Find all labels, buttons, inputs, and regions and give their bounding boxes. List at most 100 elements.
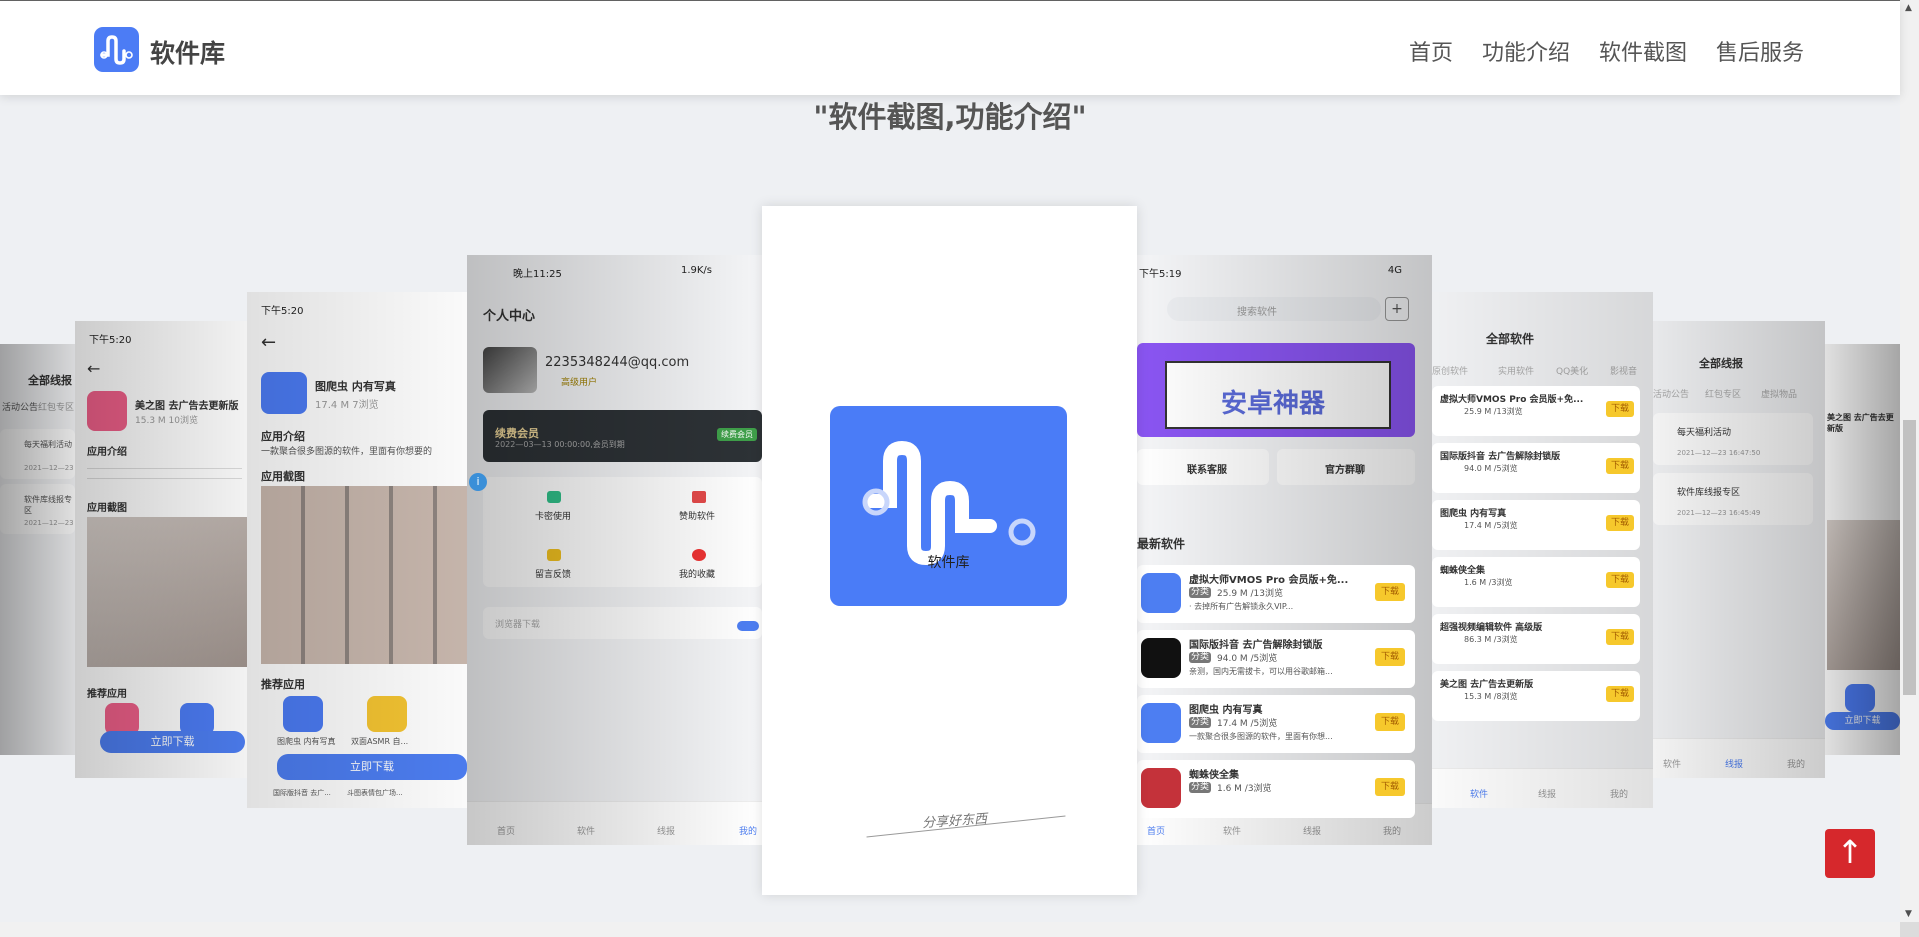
- app-meta: 1.6 M /3浏览: [1217, 784, 1272, 794]
- app-name: 图爬虫 内有写真: [315, 380, 396, 393]
- recommend-item: 图爬虫 内有写真: [277, 737, 336, 746]
- tab-news[interactable]: 线报: [1725, 757, 1743, 770]
- tab-software[interactable]: 软件: [1470, 787, 1488, 800]
- grid-item[interactable]: 留言反馈: [535, 567, 571, 580]
- status-time: 下午5:19: [1139, 269, 1182, 280]
- category-tab[interactable]: 实用软件: [1498, 364, 1534, 377]
- brand-name[interactable]: 软件库: [150, 34, 225, 70]
- download-button[interactable]: 立即下载: [277, 754, 467, 780]
- tab-news[interactable]: 线报: [657, 824, 675, 837]
- recommend-title: 推荐应用: [261, 678, 305, 691]
- tab-software[interactable]: 软件: [577, 824, 595, 837]
- download-button[interactable]: 下载: [1375, 648, 1405, 666]
- app-icon: [1845, 684, 1875, 712]
- page-title: 全部线报: [1699, 357, 1743, 370]
- nav-support[interactable]: 售后服务: [1716, 35, 1804, 67]
- app-icon: [87, 391, 127, 431]
- toggle-switch[interactable]: [737, 621, 759, 631]
- news-tab[interactable]: 红包专区: [1705, 387, 1741, 400]
- scroll-up-arrow-icon[interactable]: ▲: [1905, 3, 1912, 13]
- app-name: 软件库: [927, 555, 970, 571]
- download-button[interactable]: 立即下载: [1825, 712, 1900, 730]
- renew-button[interactable]: 续费会员: [717, 428, 757, 441]
- app-meta: 17.4 M 7浏览: [315, 400, 379, 411]
- tab-software[interactable]: 软件: [1663, 757, 1681, 770]
- screenshot-card-detail[interactable]: 下午5:20 ← 图爬虫 内有写真 17.4 M 7浏览 应用介绍 一款聚合很多…: [247, 292, 467, 808]
- screenshot-card-splash[interactable]: 软件库 分享好东西: [762, 206, 1137, 895]
- screenshot-card-home[interactable]: 下午5:19 4G 搜索软件 + 安卓神器 联系客服 官方群聊 最新软件 首页 …: [1137, 255, 1432, 845]
- screenshot-card-news[interactable]: 全部线报 活动公告 红包专区 虚拟物品 每天福利活动 2021—12—23 16…: [1653, 321, 1825, 778]
- status-time: 下午5:20: [261, 306, 304, 317]
- news-tab[interactable]: 虚拟物品: [1761, 387, 1797, 400]
- scroll-down-arrow-icon[interactable]: ▼: [1905, 909, 1912, 919]
- intro-title: 应用介绍: [261, 430, 305, 443]
- tab-home[interactable]: 首页: [497, 824, 515, 837]
- screenshot-card-profile[interactable]: 晚上11:25 1.9K/s 个人中心 2235348244@qq.com 高级…: [467, 255, 762, 845]
- grid-item[interactable]: 卡密使用: [535, 509, 571, 522]
- logo-icon[interactable]: [94, 27, 139, 72]
- screenshot-card-far-left[interactable]: 全部线报 活动公告 红包专区 每天福利活动 2021—12—23 软件库线报专区…: [0, 344, 75, 755]
- card-icon: [547, 491, 561, 503]
- tab-home[interactable]: 首页: [1147, 824, 1165, 837]
- tab-mine[interactable]: 我的: [1610, 787, 1628, 800]
- app-meta: 17.4 M /5浏览: [1464, 521, 1518, 530]
- screenshot-card-detail-2[interactable]: 下午5:20 ← 美之图 去广告去更新版 15.3 M 10浏览 应用介绍 应用…: [75, 321, 247, 778]
- news-title: 全部线报: [28, 374, 72, 387]
- contact-button[interactable]: 联系客服: [1187, 461, 1227, 476]
- app-icon: [261, 372, 307, 414]
- status-net: 1.9K/s: [680, 265, 712, 276]
- app-name: 蜘蛛侠全集: [1189, 770, 1239, 781]
- info-icon[interactable]: i: [469, 473, 487, 491]
- group-button[interactable]: 官方群聊: [1325, 461, 1365, 476]
- download-button[interactable]: 下载: [1606, 458, 1634, 474]
- setting-item[interactable]: 浏览器下载: [495, 617, 540, 630]
- nav-features[interactable]: 功能介绍: [1482, 35, 1570, 67]
- app-icon: [367, 696, 407, 732]
- category-tab[interactable]: QQ美化: [1556, 364, 1588, 377]
- list-item: 每天福利活动: [24, 440, 72, 449]
- news-tab[interactable]: 活动公告: [1653, 387, 1689, 400]
- page-title: 全部软件: [1486, 332, 1535, 346]
- download-button[interactable]: 下载: [1606, 686, 1634, 702]
- screenshot-card-far-right[interactable]: 美之图 去广告去更新版 立即下载: [1825, 344, 1900, 755]
- back-arrow-icon: ←: [87, 359, 101, 378]
- nav-screenshots[interactable]: 软件截图: [1599, 35, 1687, 67]
- category-tab[interactable]: 原创软件: [1432, 364, 1468, 377]
- news-item[interactable]: 软件库线报专区: [1677, 485, 1740, 498]
- app-name: 美之图 去广告去更新版: [1440, 680, 1534, 690]
- vertical-scrollbar-thumb[interactable]: [1903, 420, 1916, 695]
- screenshot-gallery: [1827, 520, 1900, 670]
- back-to-top-button[interactable]: ↑: [1825, 829, 1875, 878]
- news-item[interactable]: 每天福利活动: [1677, 425, 1731, 438]
- tab-mine[interactable]: 我的: [739, 824, 757, 837]
- horizontal-scrollbar[interactable]: [0, 922, 1900, 937]
- download-button[interactable]: 下载: [1606, 401, 1634, 417]
- nav-home[interactable]: 首页: [1409, 35, 1453, 67]
- download-button[interactable]: 下载: [1375, 583, 1405, 601]
- download-button[interactable]: 下载: [1606, 629, 1634, 645]
- download-button[interactable]: 下载: [1375, 713, 1405, 731]
- download-button[interactable]: 立即下载: [100, 731, 245, 753]
- app-meta: 25.9 M /13浏览: [1464, 407, 1523, 416]
- app-name: 虚拟大师VMOS Pro 会员版+免...: [1189, 575, 1349, 586]
- screenshot-card-all-software[interactable]: 全部软件 原创软件 实用软件 QQ美化 影视音 软件 线报 我的 虚拟大师VMO…: [1432, 292, 1653, 808]
- status-time: 下午5:20: [89, 335, 132, 346]
- grid-item[interactable]: 赞助软件: [679, 509, 715, 522]
- app-logo-icon: [830, 406, 1067, 606]
- tab-software[interactable]: 软件: [1223, 824, 1241, 837]
- add-icon[interactable]: +: [1385, 297, 1409, 321]
- tab-news[interactable]: 线报: [1538, 787, 1556, 800]
- download-button[interactable]: 下载: [1606, 515, 1634, 531]
- category-tab[interactable]: 影视音: [1610, 364, 1637, 377]
- grid-item[interactable]: 我的收藏: [679, 567, 715, 580]
- screenshot-gallery: [261, 486, 467, 664]
- app-name: 图爬虫 内有写真: [1189, 705, 1263, 716]
- search-input[interactable]: 搜索软件: [1237, 303, 1277, 318]
- app-meta: 86.3 M /3浏览: [1464, 635, 1518, 644]
- app-icon: [1141, 638, 1181, 678]
- download-button[interactable]: 下载: [1375, 778, 1405, 796]
- tab-mine[interactable]: 我的: [1383, 824, 1401, 837]
- tab-mine[interactable]: 我的: [1787, 757, 1805, 770]
- download-button[interactable]: 下载: [1606, 572, 1634, 588]
- tab-news[interactable]: 线报: [1303, 824, 1321, 837]
